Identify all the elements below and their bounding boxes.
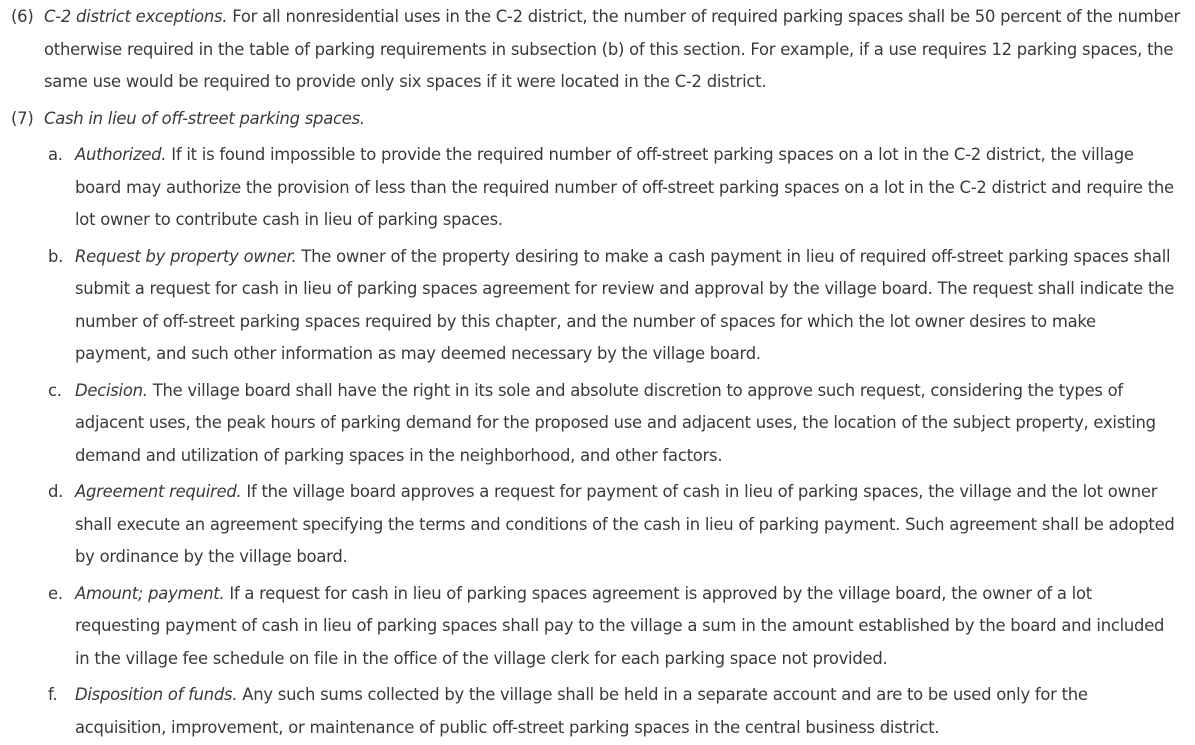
subsection-e-amount: e. Amount; payment. If a request for cas…	[0, 578, 1195, 676]
section-marker: (6)	[11, 7, 34, 26]
subsection-marker: e.	[48, 583, 63, 603]
subsection-heading: Authorized.	[75, 145, 167, 164]
subsection-heading: Decision.	[75, 380, 148, 400]
section-7: (7) Cash in lieu of off-street parking s…	[0, 103, 1195, 136]
subsection-heading: Disposition of funds.	[75, 685, 238, 704]
subsection-marker: d.	[48, 482, 64, 501]
subsection-marker: b.	[48, 246, 64, 266]
subsection-marker: c.	[48, 380, 62, 400]
subsection-marker: a.	[48, 145, 63, 164]
subsection-text: The village board shall have the right i…	[75, 380, 1156, 465]
section-heading: Cash in lieu of off-street parking space…	[44, 108, 365, 128]
section-6: (6) C-2 district exceptions. For all non…	[0, 1, 1195, 99]
section-heading: C-2 district exceptions.	[44, 7, 228, 26]
subsection-marker: f.	[48, 685, 58, 704]
section-marker: (7)	[11, 108, 34, 128]
subsection-d-agreement: d. Agreement required. If the village bo…	[0, 476, 1195, 574]
subsection-c-decision: c. Decision. The village board shall hav…	[0, 375, 1195, 473]
subsection-text: If it is found impossible to provide the…	[75, 145, 1174, 229]
ordinance-document: (6) C-2 district exceptions. For all non…	[0, 0, 1195, 745]
subsection-f-disposition: f. Disposition of funds. Any such sums c…	[0, 679, 1195, 744]
subsection-heading: Amount; payment.	[75, 583, 225, 603]
subsection-b-request: b. Request by property owner. The owner …	[0, 241, 1195, 371]
subsection-heading: Agreement required.	[75, 482, 242, 501]
subsection-a-authorized: a. Authorized. If it is found impossible…	[0, 139, 1195, 237]
subsection-heading: Request by property owner.	[75, 246, 297, 266]
subsection-text: If a request for cash in lieu of parking…	[75, 583, 1165, 668]
